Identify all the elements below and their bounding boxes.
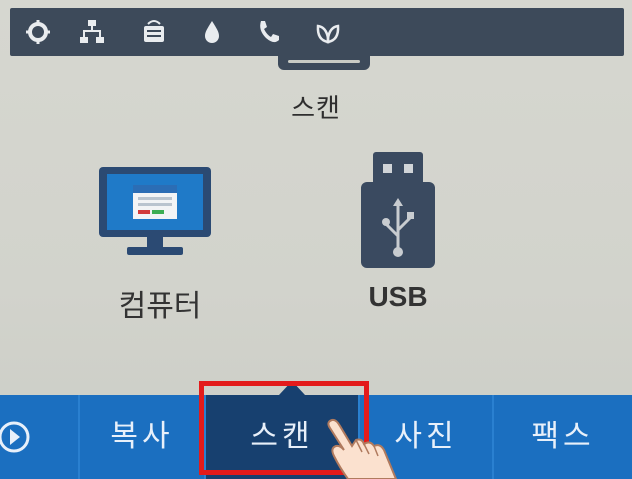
nav-left-arrow-icon[interactable]: [0, 395, 40, 479]
nav-tab-copy[interactable]: 복사: [80, 395, 204, 479]
scan-to-computer-label: 컴퓨터: [118, 289, 202, 324]
ink-icon[interactable]: [198, 18, 226, 46]
usb-drive-icon: [361, 152, 435, 268]
scan-to-computer-option[interactable]: 컴퓨터: [75, 155, 245, 335]
page-title: 스캔: [291, 94, 341, 124]
computer-icon: [99, 167, 211, 255]
scan-to-usb-option[interactable]: USB: [313, 152, 483, 335]
network-icon[interactable]: [78, 18, 106, 46]
bottom-nav: 복사 스캔 사진 팩스: [0, 395, 632, 479]
settings-icon[interactable]: [24, 18, 52, 46]
pointing-hand-icon: [327, 418, 398, 479]
printer-control-panel: 스캔 컴퓨터 USB 복사 스캔 사진 팩스: [0, 0, 632, 479]
scan-to-usb-label: USB: [368, 281, 428, 312]
status-bar: [10, 8, 624, 56]
status-bar-pull-tab[interactable]: [278, 56, 370, 70]
active-tab-indicator: [279, 381, 305, 395]
fax-icon[interactable]: [254, 18, 282, 46]
nav-tab-fax[interactable]: 팩스: [494, 395, 632, 479]
eco-icon[interactable]: [314, 18, 342, 46]
wireless-direct-icon[interactable]: [140, 18, 168, 46]
